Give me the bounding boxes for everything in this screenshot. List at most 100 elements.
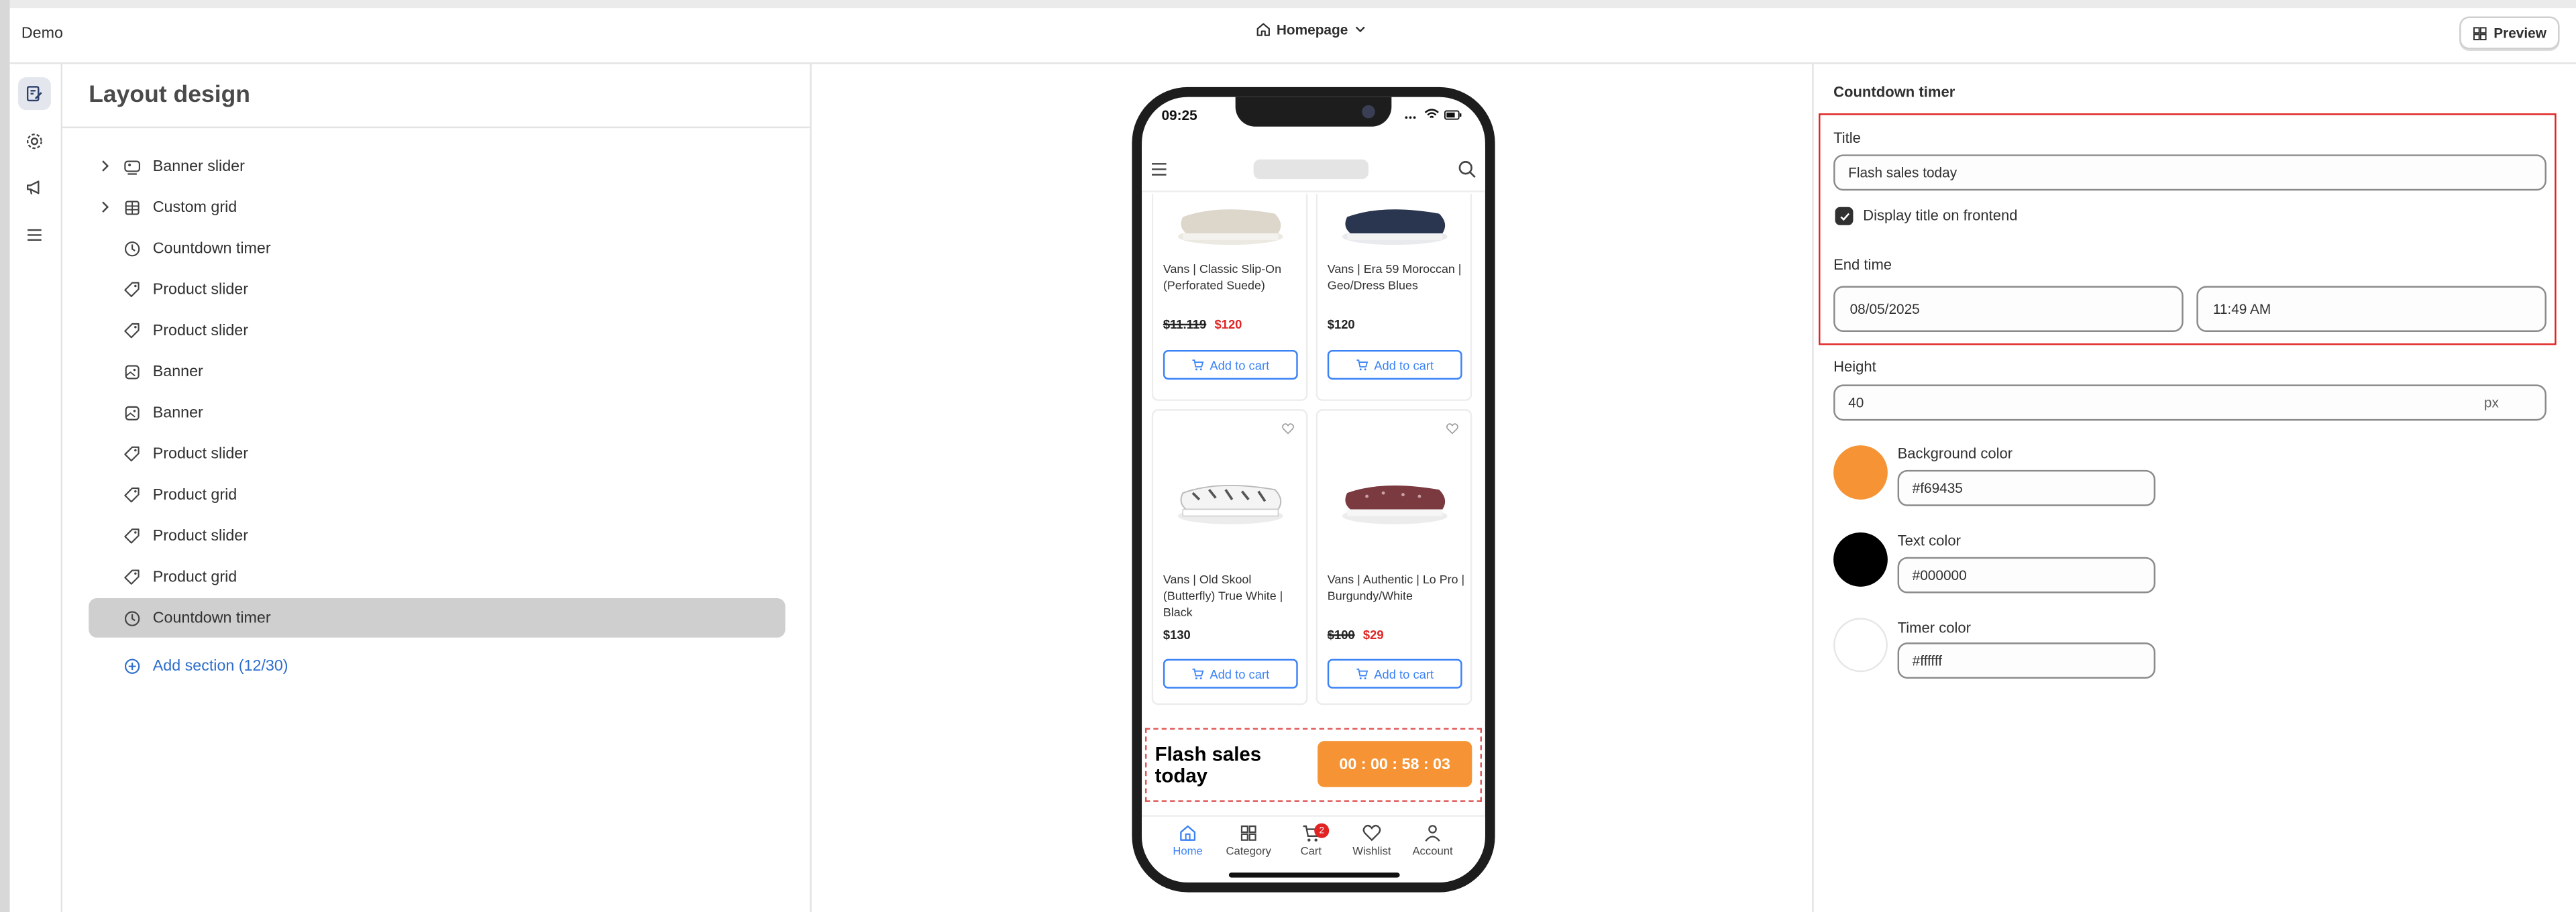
heart-icon[interactable] (1446, 422, 1459, 436)
hamburger-icon[interactable] (1150, 161, 1168, 178)
product-old-price: $100 (1327, 628, 1355, 643)
rail-settings-button[interactable] (18, 125, 51, 158)
section-item-banner[interactable]: Banner (89, 351, 785, 391)
rail-layout-button[interactable] (17, 77, 51, 111)
product-card[interactable]: Vans | Authentic | Lo Pro | Burgundy/Whi… (1316, 409, 1472, 705)
product-name: Vans | Authentic | Lo Pro | Burgundy/Whi… (1327, 571, 1465, 604)
timer-color-swatch[interactable] (1833, 618, 1888, 673)
page-select-dropdown[interactable]: Homepage (1255, 21, 1369, 38)
tag-icon (124, 322, 140, 338)
section-item-product-slider[interactable]: Product slider (89, 434, 785, 473)
title-label: Title (1833, 129, 1861, 147)
product-price: $100 $29 (1328, 628, 1384, 642)
timer-color-input[interactable]: #ffffff (1897, 642, 2156, 679)
product-price: $11.119 $120 (1163, 317, 1242, 332)
text-color-swatch[interactable] (1833, 532, 1888, 587)
tag-icon (124, 486, 140, 502)
text-color-input[interactable]: #000000 (1897, 557, 2156, 593)
display-title-label: Display title on frontend (1863, 207, 2018, 224)
add-to-cart-button[interactable]: Add to cart (1163, 659, 1298, 689)
tag-icon (124, 281, 140, 296)
nav-cart[interactable]: Cart 2 (1280, 823, 1342, 858)
add-to-cart-button[interactable]: Add to cart (1163, 349, 1298, 380)
product-card[interactable]: Vans | Classic Slip-On (Perforated Suede… (1151, 194, 1308, 401)
display-title-checkbox[interactable] (1835, 207, 1854, 225)
height-input[interactable]: 40 px (1833, 384, 2546, 421)
grid-icon (125, 200, 140, 215)
cart-badge: 2 (1314, 823, 1330, 838)
rail-menu-button[interactable] (18, 219, 51, 251)
top-bar: Demo Homepage Preview (9, 8, 2576, 64)
settings-section-title: Countdown timer (1833, 83, 1955, 101)
product-image (1342, 209, 1448, 245)
section-label: Product slider (152, 444, 249, 463)
end-date-input[interactable]: 08/05/2025 (1833, 286, 2184, 333)
store-header (1142, 146, 1485, 192)
cart-icon (1357, 668, 1369, 680)
end-time-input[interactable]: 11:49 AM (2196, 286, 2546, 333)
height-label: Height (1833, 358, 1876, 375)
section-label: Banner (152, 362, 203, 381)
product-image (1177, 209, 1283, 245)
panel-divider (62, 126, 810, 129)
chevron-right-icon[interactable] (97, 158, 113, 174)
title-input[interactable]: Flash sales today (1833, 154, 2546, 191)
rail-marketing-button[interactable] (18, 171, 51, 204)
background-color-label: Background color (1897, 445, 2013, 462)
section-item-product-slider[interactable]: Product slider (89, 516, 785, 555)
status-icons (1405, 109, 1462, 120)
section-item-banner[interactable]: Banner (89, 393, 785, 433)
plus-circle-icon (124, 658, 140, 673)
tag-icon (124, 528, 140, 543)
add-to-cart-button[interactable]: Add to cart (1327, 349, 1462, 380)
section-item-product-grid[interactable]: Product grid (89, 475, 785, 514)
section-item-countdown-timer-selected[interactable]: Countdown timer (89, 597, 786, 638)
nav-label: Account (1412, 846, 1453, 858)
preview-icon (2473, 26, 2487, 40)
phone-frame: 09:25 Vans | Classic Slip-On (Perforated… (1132, 87, 1495, 893)
product-name: Vans | Classic Slip-On (Perforated Suede… (1163, 261, 1282, 293)
background-color-input[interactable]: #f69435 (1897, 469, 2156, 506)
timer-color-label: Timer color (1897, 619, 1971, 636)
clock-icon (124, 610, 140, 626)
section-item-custom-grid[interactable]: Custom grid (89, 187, 785, 227)
product-card[interactable]: Vans | Era 59 Moroccan | Geo/Dress Blues… (1316, 194, 1472, 401)
chevron-right-icon[interactable] (97, 199, 113, 216)
add-to-cart-label: Add to cart (1210, 666, 1270, 681)
top-strip (9, 0, 2576, 9)
section-item-product-slider[interactable]: Product slider (89, 310, 785, 350)
section-label: Product grid (152, 567, 237, 586)
section-label: Product slider (152, 321, 249, 340)
product-card[interactable]: Vans | Old Skool (Butterfly) True White … (1151, 409, 1308, 705)
home-indicator (1228, 872, 1400, 878)
product-old-price: $11.119 (1163, 317, 1207, 333)
section-item-banner-slider[interactable]: Banner slider (89, 146, 785, 186)
add-to-cart-button[interactable]: Add to cart (1327, 659, 1462, 689)
section-item-countdown-timer[interactable]: Countdown timer (89, 229, 785, 268)
cart-icon (1357, 359, 1369, 371)
add-to-cart-label: Add to cart (1210, 357, 1270, 373)
section-label: Banner slider (152, 157, 245, 175)
nav-home[interactable]: Home (1157, 823, 1219, 858)
camera-icon (1362, 105, 1375, 119)
heart-icon[interactable] (1281, 422, 1295, 436)
nav-wishlist[interactable]: Wishlist (1340, 823, 1403, 858)
image-icon (125, 405, 140, 420)
nav-account[interactable]: Account (1401, 823, 1464, 858)
product-name: Vans | Era 59 Moroccan | Geo/Dress Blues (1327, 261, 1462, 293)
nav-category[interactable]: Category (1218, 823, 1280, 858)
app-title: Demo (21, 24, 63, 43)
chevron-down-icon (1356, 26, 1366, 33)
section-item-product-slider[interactable]: Product slider (89, 270, 785, 309)
countdown-timer-display: 00 : 00 : 58 : 03 (1318, 741, 1472, 787)
preview-label: Preview (2493, 24, 2546, 42)
megaphone-icon (26, 180, 40, 194)
search-icon[interactable] (1457, 160, 1477, 179)
section-label: Custom grid (152, 198, 237, 217)
section-item-product-grid[interactable]: Product grid (89, 557, 785, 597)
preview-button[interactable]: Preview (2459, 16, 2560, 50)
nav-label: Category (1226, 846, 1272, 858)
product-name: Vans | Old Skool (Butterfly) True White … (1163, 571, 1283, 620)
countdown-timer-preview[interactable]: Flash sales today 00 : 00 : 58 : 03 (1144, 728, 1482, 802)
background-color-swatch[interactable] (1833, 445, 1888, 500)
